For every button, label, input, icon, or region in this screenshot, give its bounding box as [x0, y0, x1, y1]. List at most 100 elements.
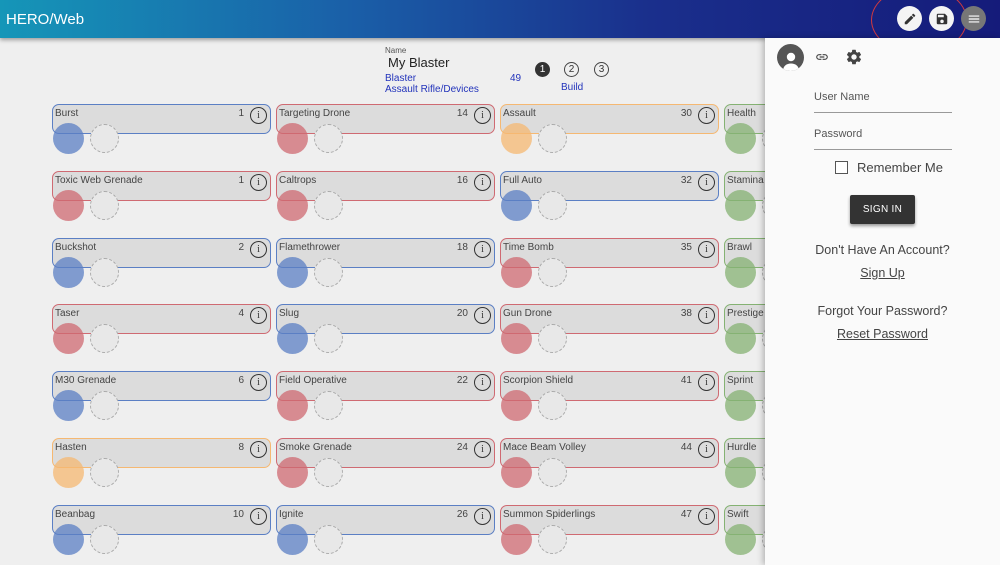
step-1-button[interactable]: 1: [535, 62, 550, 77]
info-icon[interactable]: i: [698, 374, 715, 391]
power-slot[interactable]: Field Operative 22 i: [276, 371, 495, 401]
empty-enhancement-slot[interactable]: [90, 191, 119, 220]
enhancement-slot[interactable]: [53, 390, 84, 421]
info-icon[interactable]: i: [250, 374, 267, 391]
level-value[interactable]: 49: [510, 73, 521, 84]
edit-button[interactable]: [897, 6, 922, 31]
enhancement-slot[interactable]: [277, 390, 308, 421]
power-slot[interactable]: Smoke Grenade 24 i: [276, 438, 495, 468]
account-button[interactable]: [777, 44, 804, 71]
enhancement-slot[interactable]: [501, 257, 532, 288]
enhancement-slot[interactable]: [725, 257, 756, 288]
power-slot[interactable]: Toxic Web Grenade 1 i: [52, 171, 271, 201]
power-slot[interactable]: Gun Drone 38 i: [500, 304, 719, 334]
enhancement-slot[interactable]: [277, 257, 308, 288]
info-icon[interactable]: i: [250, 174, 267, 191]
enhancement-slot[interactable]: [725, 524, 756, 555]
empty-enhancement-slot[interactable]: [538, 258, 567, 287]
empty-enhancement-slot[interactable]: [90, 324, 119, 353]
info-icon[interactable]: i: [250, 307, 267, 324]
empty-enhancement-slot[interactable]: [314, 391, 343, 420]
empty-enhancement-slot[interactable]: [538, 458, 567, 487]
reset-password-link[interactable]: Reset Password: [765, 327, 1000, 341]
power-slot[interactable]: Summon Spiderlings 47 i: [500, 505, 719, 535]
empty-enhancement-slot[interactable]: [90, 458, 119, 487]
enhancement-slot[interactable]: [501, 390, 532, 421]
sign-in-button[interactable]: SIGN IN: [850, 195, 915, 224]
power-slot[interactable]: Taser 4 i: [52, 304, 271, 334]
info-icon[interactable]: i: [250, 241, 267, 258]
enhancement-slot[interactable]: [53, 190, 84, 221]
enhancement-slot[interactable]: [53, 524, 84, 555]
empty-enhancement-slot[interactable]: [314, 258, 343, 287]
powersets-link[interactable]: Assault Rifle/Devices: [385, 84, 479, 95]
enhancement-slot[interactable]: [277, 323, 308, 354]
power-slot[interactable]: Buckshot 2 i: [52, 238, 271, 268]
power-slot[interactable]: Scorpion Shield 41 i: [500, 371, 719, 401]
enhancement-slot[interactable]: [501, 123, 532, 154]
power-slot[interactable]: Mace Beam Volley 44 i: [500, 438, 719, 468]
empty-enhancement-slot[interactable]: [538, 324, 567, 353]
link-button[interactable]: [813, 50, 831, 69]
power-slot[interactable]: Assault 30 i: [500, 104, 719, 134]
info-icon[interactable]: i: [250, 107, 267, 124]
enhancement-slot[interactable]: [277, 457, 308, 488]
enhancement-slot[interactable]: [501, 524, 532, 555]
enhancement-slot[interactable]: [725, 190, 756, 221]
step-2-button[interactable]: 2: [564, 62, 579, 77]
info-icon[interactable]: i: [698, 241, 715, 258]
build-name-field[interactable]: My Blaster: [388, 55, 479, 70]
enhancement-slot[interactable]: [501, 457, 532, 488]
power-slot[interactable]: Targeting Drone 14 i: [276, 104, 495, 134]
power-slot[interactable]: Flamethrower 18 i: [276, 238, 495, 268]
info-icon[interactable]: i: [474, 307, 491, 324]
info-icon[interactable]: i: [474, 374, 491, 391]
info-icon[interactable]: i: [250, 441, 267, 458]
empty-enhancement-slot[interactable]: [538, 525, 567, 554]
empty-enhancement-slot[interactable]: [314, 458, 343, 487]
enhancement-slot[interactable]: [725, 323, 756, 354]
empty-enhancement-slot[interactable]: [538, 191, 567, 220]
settings-button[interactable]: [845, 48, 863, 71]
empty-enhancement-slot[interactable]: [538, 124, 567, 153]
enhancement-slot[interactable]: [501, 190, 532, 221]
info-icon[interactable]: i: [474, 107, 491, 124]
empty-enhancement-slot[interactable]: [538, 391, 567, 420]
username-input[interactable]: User Name: [814, 91, 870, 103]
info-icon[interactable]: i: [698, 107, 715, 124]
sign-up-link[interactable]: Sign Up: [765, 266, 1000, 280]
enhancement-slot[interactable]: [53, 323, 84, 354]
empty-enhancement-slot[interactable]: [90, 258, 119, 287]
archetype-link[interactable]: Blaster: [385, 73, 479, 84]
power-slot[interactable]: Full Auto 32 i: [500, 171, 719, 201]
power-slot[interactable]: Ignite 26 i: [276, 505, 495, 535]
power-slot[interactable]: M30 Grenade 6 i: [52, 371, 271, 401]
enhancement-slot[interactable]: [53, 457, 84, 488]
enhancement-slot[interactable]: [725, 457, 756, 488]
info-icon[interactable]: i: [698, 174, 715, 191]
empty-enhancement-slot[interactable]: [314, 324, 343, 353]
enhancement-slot[interactable]: [501, 323, 532, 354]
power-slot[interactable]: Burst 1 i: [52, 104, 271, 134]
enhancement-slot[interactable]: [725, 123, 756, 154]
empty-enhancement-slot[interactable]: [314, 525, 343, 554]
save-button[interactable]: [929, 6, 954, 31]
info-icon[interactable]: i: [474, 441, 491, 458]
power-slot[interactable]: Caltrops 16 i: [276, 171, 495, 201]
enhancement-slot[interactable]: [53, 257, 84, 288]
info-icon[interactable]: i: [474, 241, 491, 258]
info-icon[interactable]: i: [250, 508, 267, 525]
empty-enhancement-slot[interactable]: [314, 191, 343, 220]
info-icon[interactable]: i: [698, 441, 715, 458]
power-slot[interactable]: Slug 20 i: [276, 304, 495, 334]
enhancement-slot[interactable]: [277, 123, 308, 154]
power-slot[interactable]: Beanbag 10 i: [52, 505, 271, 535]
info-icon[interactable]: i: [474, 508, 491, 525]
menu-button[interactable]: [961, 6, 986, 31]
info-icon[interactable]: i: [698, 307, 715, 324]
info-icon[interactable]: i: [698, 508, 715, 525]
enhancement-slot[interactable]: [277, 190, 308, 221]
info-icon[interactable]: i: [474, 174, 491, 191]
empty-enhancement-slot[interactable]: [90, 525, 119, 554]
password-input[interactable]: Password: [814, 128, 862, 140]
